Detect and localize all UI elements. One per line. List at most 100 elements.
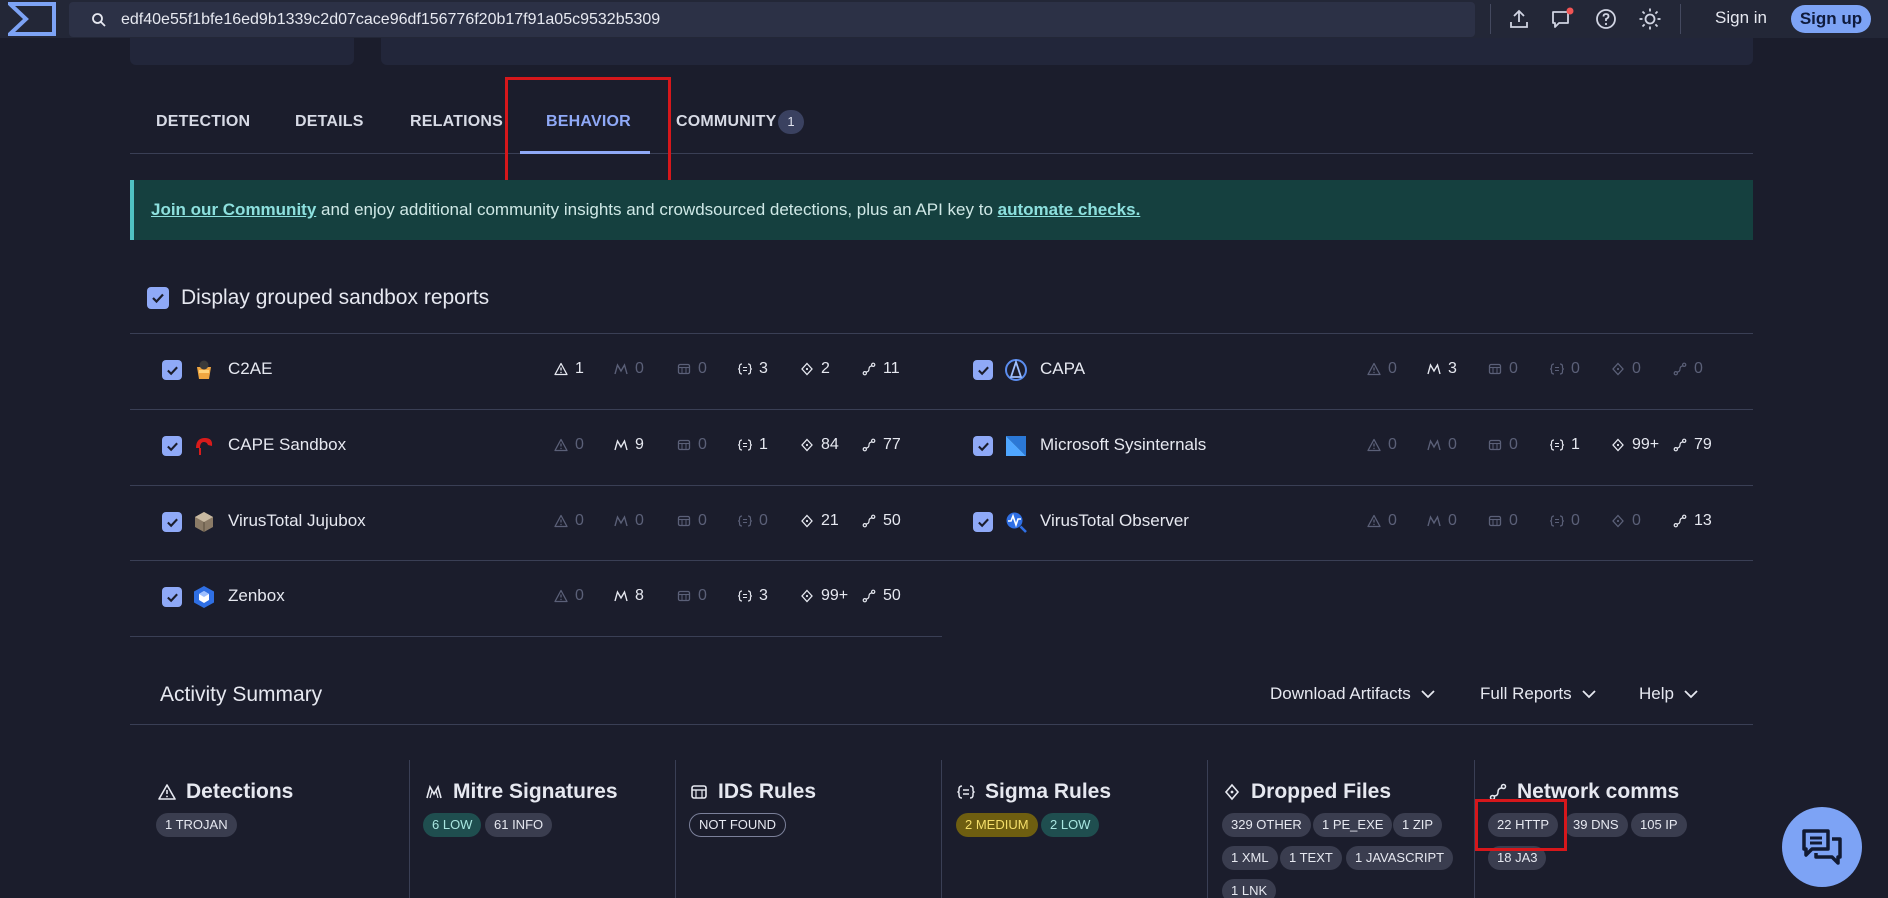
tag-pill[interactable]: 329 OTHER (1222, 813, 1311, 837)
sigma-icon (738, 590, 752, 602)
virustotal-logo-icon[interactable] (8, 2, 56, 36)
full-reports-dropdown[interactable]: Full Reports (1480, 684, 1596, 704)
sandbox-stat-mitre: 0 (614, 360, 644, 378)
checkmark-icon (152, 293, 164, 304)
chevron-down-icon (1421, 690, 1435, 699)
chat-notifications-icon[interactable] (1550, 7, 1574, 31)
column-divider (675, 760, 676, 898)
sandbox-name[interactable]: Zenbox (228, 586, 285, 606)
search-input[interactable]: edf40e55f1bfe16ed9b1339c2d07cace96df1567… (69, 2, 1475, 37)
stat-value: 0 (698, 436, 707, 453)
network-icon (1673, 438, 1687, 452)
divider (130, 560, 1753, 561)
sandbox-stat-mitre: 9 (614, 436, 644, 454)
tab-detection[interactable]: DETECTION (156, 113, 250, 131)
sandbox-checkbox[interactable] (973, 436, 993, 456)
tag-pill[interactable]: 2 LOW (1041, 813, 1100, 837)
stat-value: 0 (1388, 360, 1397, 377)
sign-up-button[interactable]: Sign up (1791, 5, 1871, 33)
sandbox-checkbox[interactable] (162, 512, 182, 532)
tab-community[interactable]: COMMUNITY (676, 113, 776, 131)
sandbox-name[interactable]: CAPA (1040, 359, 1085, 379)
sandbox-name[interactable]: VirusTotal Jujubox (228, 511, 366, 531)
tag-pill[interactable]: 39 DNS (1564, 813, 1628, 837)
ids-icon (1488, 515, 1502, 527)
tab-details[interactable]: DETAILS (295, 113, 364, 131)
download-artifacts-dropdown[interactable]: Download Artifacts (1270, 684, 1435, 704)
theme-toggle-icon[interactable] (1638, 7, 1662, 31)
sandbox-name[interactable]: VirusTotal Observer (1040, 511, 1189, 531)
sandbox-stat-network: 0 (1673, 360, 1703, 378)
sandbox-stat-dropped: 0 (1611, 360, 1641, 378)
automate-checks-link[interactable]: automate checks. (998, 200, 1141, 220)
sandbox-checkbox[interactable] (162, 360, 182, 380)
sandbox-stat-ids: 0 (677, 360, 707, 378)
tag-pill[interactable]: 1 PE_EXE (1313, 813, 1393, 837)
stat-value: 0 (1509, 436, 1518, 453)
warning-icon (1367, 438, 1381, 452)
tag-pill[interactable]: 1 XML (1222, 846, 1278, 870)
grouped-reports-toggle[interactable]: Display grouped sandbox reports (147, 286, 489, 310)
mitre-icon (614, 590, 628, 602)
tag-pill[interactable]: 105 IP (1631, 813, 1687, 837)
sandbox-stat-ids: 0 (677, 436, 707, 454)
checkmark-icon (166, 518, 178, 527)
detections-title-text: Detections (186, 780, 294, 803)
sandbox-stat-mitre: 0 (1427, 512, 1457, 530)
sandbox-stat-dropped: 84 (800, 436, 839, 454)
tag-pill[interactable]: 6 LOW (423, 813, 482, 837)
sandbox-stat-network: 79 (1673, 436, 1712, 454)
sandbox-checkbox[interactable] (973, 512, 993, 532)
stat-value: 1 (759, 436, 768, 453)
column-divider (409, 760, 410, 898)
sign-in-link[interactable]: Sign in (1715, 8, 1767, 28)
sigma-rules-icon (957, 785, 975, 799)
help-icon[interactable] (1594, 7, 1618, 31)
stat-value: 0 (698, 360, 707, 377)
sigma-section-title: Sigma Rules (957, 780, 1111, 804)
chat-support-button[interactable] (1782, 807, 1862, 887)
stat-value: 0 (575, 512, 584, 529)
tag-pill[interactable]: 1 LNK (1222, 879, 1277, 898)
sigma-icon (738, 515, 752, 527)
divider (1680, 4, 1681, 34)
sandbox-checkbox[interactable] (162, 436, 182, 456)
chevron-down-icon (1582, 690, 1596, 699)
sandbox-checkbox[interactable] (973, 360, 993, 380)
sandbox-checkbox[interactable] (162, 587, 182, 607)
sandbox-stat-warning: 0 (554, 587, 584, 605)
tag-pill[interactable]: 1 ZIP (1393, 813, 1443, 837)
stat-value: 0 (1448, 436, 1457, 453)
sandbox-name[interactable]: Microsoft Sysinternals (1040, 435, 1206, 455)
mitre-icon (614, 439, 628, 451)
tag-pill[interactable]: 2 MEDIUM (956, 813, 1038, 837)
divider (130, 409, 1753, 410)
help-dropdown[interactable]: Help (1639, 684, 1698, 704)
tag-pill[interactable]: 1 JAVASCRIPT (1346, 846, 1454, 870)
sandbox-stat-sigma: 0 (1550, 360, 1580, 378)
search-value[interactable]: edf40e55f1bfe16ed9b1339c2d07cace96df1567… (121, 11, 660, 29)
warning-icon (554, 362, 568, 376)
chevron-down-icon (1684, 690, 1698, 699)
stat-value: 79 (1694, 436, 1712, 453)
mitre-icon (1427, 363, 1441, 375)
tag-pill[interactable]: 1 TROJAN (156, 813, 237, 837)
tag-pill[interactable]: 1 TEXT (1280, 846, 1342, 870)
sandbox-name[interactable]: C2AE (228, 359, 272, 379)
tag-pill[interactable]: 61 INFO (485, 813, 553, 837)
dropped-files-icon (1224, 783, 1240, 801)
grouped-reports-checkbox[interactable] (147, 287, 169, 309)
sandbox-name[interactable]: CAPE Sandbox (228, 435, 346, 455)
stat-value: 21 (821, 512, 839, 529)
banner-text: and enjoy additional community insights … (316, 200, 998, 219)
join-community-link[interactable]: Join our Community (151, 200, 316, 220)
upload-icon[interactable] (1507, 7, 1531, 31)
sigma-icon (1550, 439, 1564, 451)
mitre-icon (614, 363, 628, 375)
tab-relations[interactable]: RELATIONS (410, 113, 503, 131)
sandbox-stat-network: 50 (862, 512, 901, 530)
sigma-icon (1550, 515, 1564, 527)
dropped-files-title-text: Dropped Files (1251, 780, 1392, 803)
mitre-icon (1427, 515, 1441, 527)
stat-value: 3 (759, 360, 768, 377)
